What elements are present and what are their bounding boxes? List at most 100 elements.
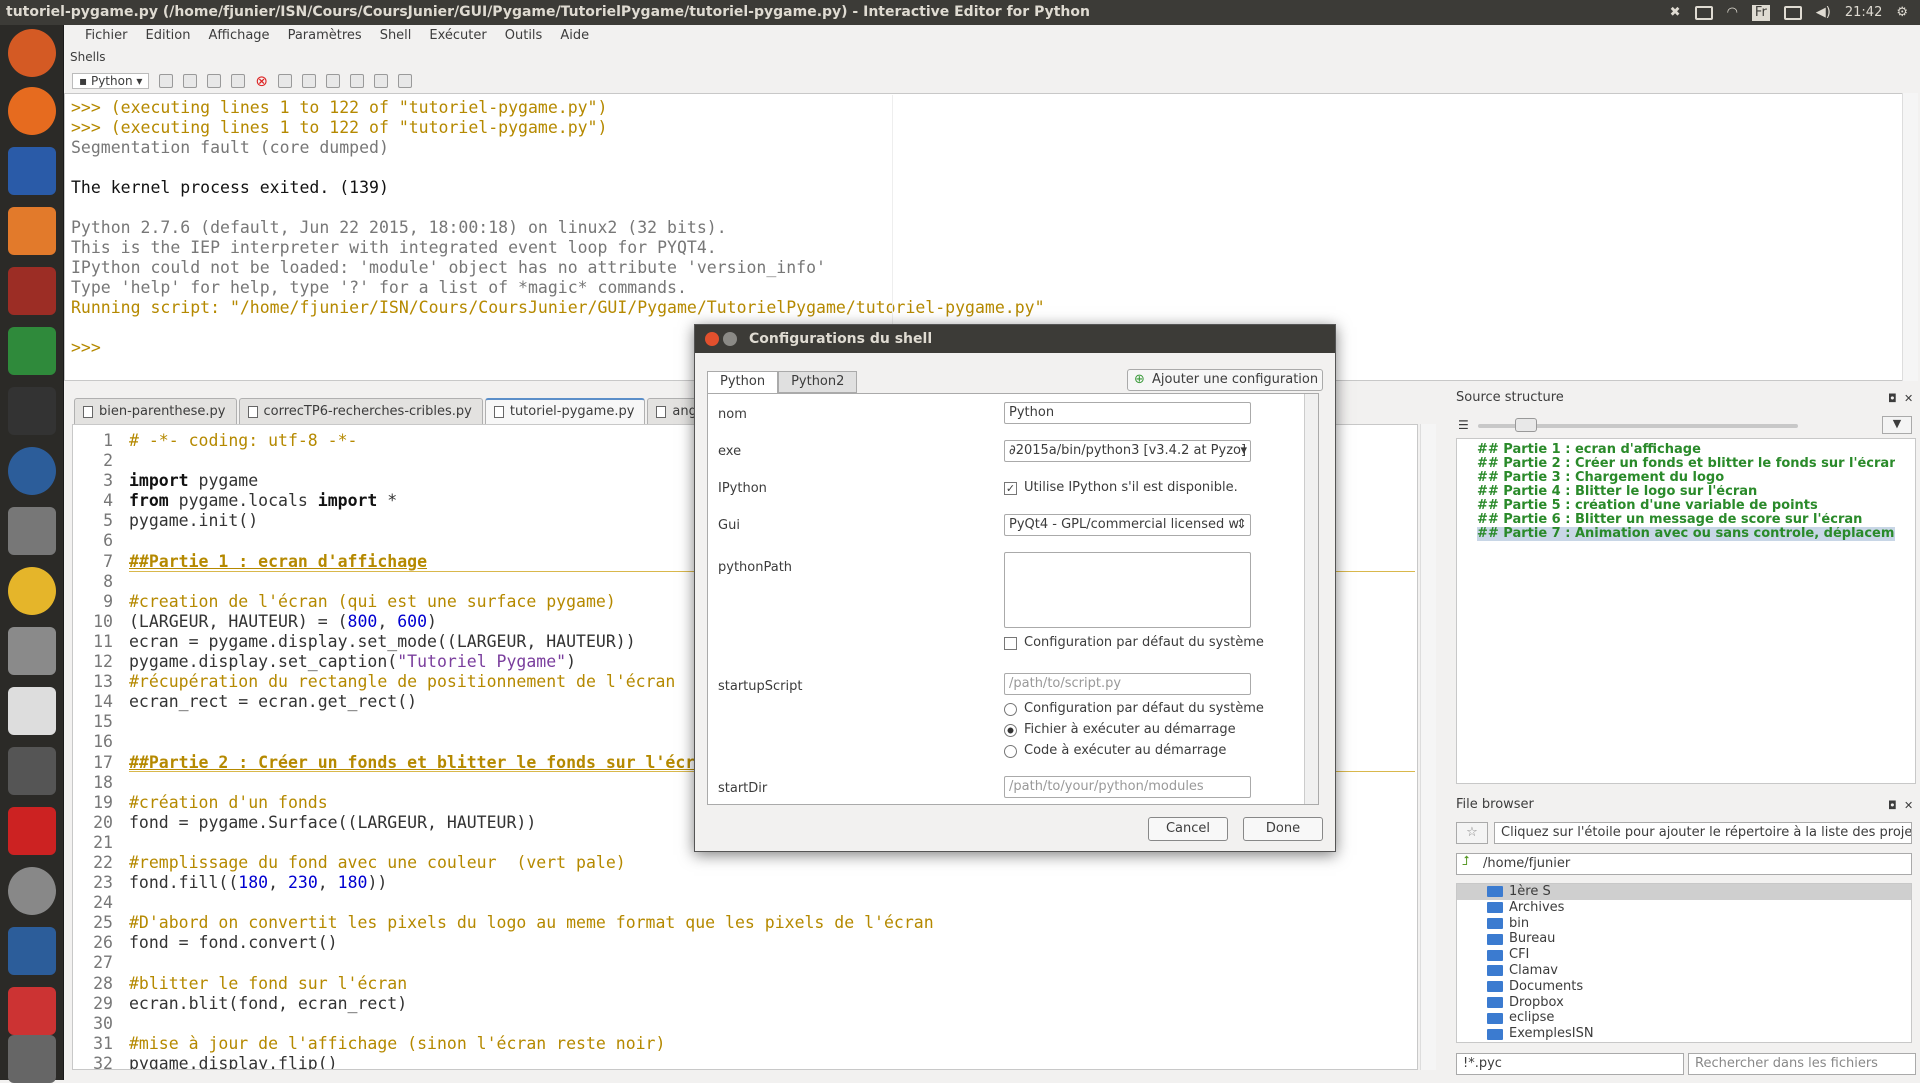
- camera-icon[interactable]: [8, 747, 56, 795]
- mail-icon[interactable]: [1783, 5, 1802, 20]
- debug-stop-icon[interactable]: [277, 74, 292, 88]
- tab-python[interactable]: Python: [707, 371, 779, 394]
- structure-item[interactable]: ## Partie 6 : Blitter un message de scor…: [1477, 513, 1895, 527]
- terminate-icon[interactable]: ⊗: [255, 72, 268, 90]
- close-panel-icon[interactable]: ✕: [1904, 799, 1913, 812]
- volume-icon[interactable]: ◀): [1816, 5, 1831, 20]
- software-center-icon[interactable]: [8, 207, 56, 255]
- path-input[interactable]: /home/fjunier: [1456, 853, 1912, 875]
- structure-item[interactable]: ## Partie 2 : Créer un fonds et blitter …: [1477, 457, 1895, 471]
- keyboard-icon[interactable]: [1694, 5, 1713, 20]
- iep-icon[interactable]: [8, 567, 56, 615]
- exe-combo[interactable]: ∂2015a/bin/python3 [v3.4.2 at Pyzo] ▾: [1004, 440, 1251, 462]
- libreoffice-writer-icon[interactable]: [8, 147, 56, 195]
- gui-combo[interactable]: PyQt4 - GPL/commercial licensed w ⇕: [1004, 514, 1251, 536]
- debug-cancel-icon[interactable]: [373, 74, 388, 88]
- pythonpath-textarea[interactable]: [1004, 552, 1251, 628]
- editor-scrollbar[interactable]: [1420, 424, 1436, 1070]
- tab-tutoriel-pygame[interactable]: tutoriel-pygame.py: [484, 398, 646, 424]
- close-window-icon[interactable]: [705, 332, 719, 346]
- thunderbird-icon[interactable]: [8, 447, 56, 495]
- structure-item[interactable]: ## Partie 3 : Chargement du logo: [1477, 471, 1895, 485]
- stack-icon[interactable]: [397, 74, 412, 88]
- tree-row[interactable]: ExemplesISN: [1487, 1026, 1911, 1042]
- cancel-button[interactable]: Cancel: [1148, 817, 1228, 841]
- tree-row[interactable]: Archives: [1487, 900, 1911, 916]
- undock-icon[interactable]: ◘: [1888, 799, 1897, 812]
- shell-selector[interactable]: ▪ Python ▾: [72, 73, 150, 89]
- source-structure-tree[interactable]: ## Partie 1 : ecran d'affichage ## Parti…: [1456, 438, 1916, 784]
- clear-icon[interactable]: [231, 74, 246, 88]
- menu-shell[interactable]: Shell: [371, 25, 421, 47]
- app-red-icon[interactable]: [8, 987, 56, 1035]
- close-panel-icon[interactable]: ✕: [1904, 392, 1913, 405]
- add-config-button[interactable]: ⊕ Ajouter une configuration: [1127, 369, 1323, 391]
- minimize-window-icon[interactable]: [723, 332, 737, 346]
- menu-outils[interactable]: Outils: [496, 25, 552, 47]
- project-combo[interactable]: Cliquez sur l'étoile pour ajouter le rép…: [1494, 822, 1912, 844]
- tree-row[interactable]: Bureau: [1487, 931, 1911, 947]
- tree-row[interactable]: Clamav: [1487, 963, 1911, 979]
- ipython-checkbox[interactable]: ✓: [1004, 482, 1017, 495]
- startup-radio-default[interactable]: [1004, 703, 1017, 716]
- tree-row[interactable]: CFI: [1487, 947, 1911, 963]
- structure-item[interactable]: ## Partie 4 : Blitter le logo sur l'écra…: [1477, 485, 1895, 499]
- clock[interactable]: 21:42: [1845, 5, 1882, 20]
- tree-row[interactable]: eclipse: [1487, 1010, 1911, 1026]
- structure-item[interactable]: ## Partie 1 : ecran d'affichage: [1477, 443, 1895, 457]
- menu-executer[interactable]: Exécuter: [420, 25, 495, 47]
- system-settings-icon[interactable]: [8, 267, 56, 315]
- startdir-input[interactable]: /path/to/your/python/modules: [1004, 776, 1251, 798]
- new-shell-icon[interactable]: [159, 74, 174, 88]
- tab-correcTP6[interactable]: correcTP6-recherches-cribles.py: [238, 398, 483, 424]
- startup-input[interactable]: /path/to/script.py: [1004, 673, 1251, 695]
- tree-row[interactable]: bin: [1487, 916, 1911, 932]
- shell-scrollbar[interactable]: [1902, 93, 1918, 381]
- ubuntu-dash-icon[interactable]: [8, 29, 56, 77]
- restart-icon[interactable]: [207, 74, 222, 88]
- tab-bien-parenthese[interactable]: bien-parenthese.py: [74, 398, 237, 424]
- tree-row[interactable]: Documents: [1487, 979, 1911, 995]
- form-scrollbar[interactable]: [1304, 394, 1318, 804]
- filter-icon[interactable]: ▼: [1882, 416, 1912, 434]
- undock-icon[interactable]: ◘: [1888, 392, 1897, 405]
- debug-out-icon[interactable]: [349, 74, 364, 88]
- menu-fichier[interactable]: Fichier: [76, 25, 137, 47]
- file-tree[interactable]: 1ère S Archives bin Bureau CFI Clamav Do…: [1456, 883, 1912, 1043]
- wifi-icon[interactable]: ◠: [1727, 5, 1738, 20]
- puzzle-app-icon[interactable]: [8, 807, 56, 855]
- pythonpath-default-checkbox[interactable]: [1004, 637, 1017, 650]
- list-icon[interactable]: ☰: [1458, 418, 1469, 432]
- tree-row[interactable]: 1ère S: [1457, 884, 1911, 900]
- folder-up-icon[interactable]: ⮥: [1462, 854, 1470, 869]
- firefox-icon[interactable]: [8, 87, 56, 135]
- startup-radio-file[interactable]: [1004, 724, 1017, 737]
- lang-indicator[interactable]: Fr: [1751, 4, 1770, 21]
- structure-item[interactable]: ## Partie 7 : Animation avec ou sans con…: [1477, 527, 1895, 541]
- startup-radio-code[interactable]: [1004, 745, 1017, 758]
- done-button[interactable]: Done: [1243, 817, 1323, 841]
- file-manager-icon[interactable]: [8, 627, 56, 675]
- star-icon[interactable]: ☆: [1456, 822, 1488, 844]
- menu-edition[interactable]: Edition: [137, 25, 200, 47]
- trash-icon[interactable]: [8, 1035, 56, 1083]
- file-filter-input[interactable]: !*.pyc: [1456, 1053, 1684, 1075]
- tex-icon[interactable]: [8, 687, 56, 735]
- menu-aide[interactable]: Aide: [551, 25, 598, 47]
- tree-row[interactable]: Dropbox: [1487, 995, 1911, 1011]
- structure-item[interactable]: ## Partie 5 : création d'une variable de…: [1477, 499, 1895, 513]
- dropbox-icon[interactable]: ✖: [1670, 5, 1681, 20]
- workspaces-icon[interactable]: [8, 927, 56, 975]
- libreoffice-calc-icon[interactable]: [8, 327, 56, 375]
- menu-parametres[interactable]: Paramètres: [279, 25, 371, 47]
- screenshot-tool-icon[interactable]: [8, 507, 56, 555]
- terminal-icon[interactable]: [8, 387, 56, 435]
- interrupt-icon[interactable]: [183, 74, 198, 88]
- menu-affichage[interactable]: Affichage: [199, 25, 278, 47]
- debug-step-icon[interactable]: [301, 74, 316, 88]
- nom-input[interactable]: Python: [1004, 402, 1251, 424]
- tab-python2[interactable]: Python2: [778, 371, 858, 393]
- slider-handle[interactable]: [1515, 418, 1537, 432]
- debug-in-icon[interactable]: [325, 74, 340, 88]
- settings-gear-icon[interactable]: ⚙: [1896, 5, 1908, 20]
